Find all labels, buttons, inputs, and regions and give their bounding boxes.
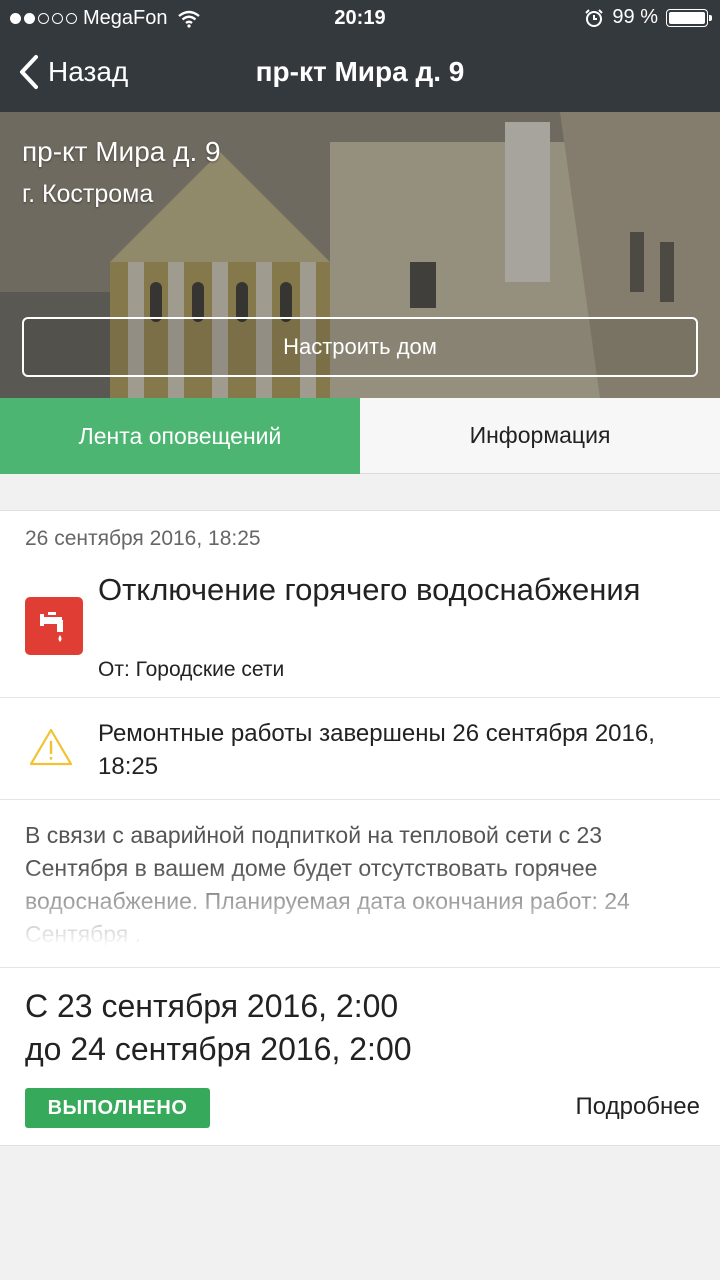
- tab-notifications-feed[interactable]: Лента оповещений: [0, 398, 360, 474]
- building-hero: пр-кт Мира д. 9 г. Кострома Настроить до…: [0, 112, 720, 398]
- configure-house-button[interactable]: Настроить дом: [22, 317, 698, 377]
- alarm-icon: [585, 8, 604, 27]
- event-source: От: Городские сети: [98, 658, 285, 681]
- divider: [0, 799, 720, 800]
- status-bar: MegaFon 20:19 99 %: [0, 0, 720, 36]
- period-end: до 24 сентября 2016, 2:00: [25, 1031, 412, 1067]
- event-title: Отключение горячего водоснабжения: [98, 572, 641, 607]
- tab-bar: Лента оповещений Информация: [0, 398, 720, 474]
- event-description: В связи с аварийной подпиткой на теплово…: [25, 819, 700, 947]
- faucet-icon: [25, 597, 83, 655]
- status-right: 99 %: [584, 6, 712, 29]
- event-period: С 23 сентября 2016, 2:00 до 24 сентября …: [25, 985, 412, 1071]
- status-badge: ВЫПОЛНЕНО: [25, 1088, 210, 1128]
- event-date: 26 сентября 2016, 18:25: [25, 527, 261, 550]
- tab-information[interactable]: Информация: [360, 398, 720, 474]
- event-card[interactable]: 26 сентября 2016, 18:25 Отключение горяч…: [0, 510, 720, 1146]
- top-header: MegaFon 20:19 99 % Назад пр-кт Мира д. 9: [0, 0, 720, 112]
- page-title: пр-кт Мира д. 9: [255, 56, 465, 87]
- divider: [0, 967, 720, 968]
- warning-triangle-icon: [29, 728, 73, 766]
- battery-icon: [666, 8, 712, 27]
- battery-percent: 99 %: [612, 6, 658, 28]
- hero-city: г. Кострома: [22, 180, 154, 208]
- more-details-link[interactable]: Подробнее: [576, 1093, 700, 1121]
- navigation-bar: Назад пр-кт Мира д. 9: [0, 40, 720, 110]
- hero-address: пр-кт Мира д. 9: [22, 136, 221, 167]
- repair-notice: Ремонтные работы завершены 26 сентября 2…: [98, 720, 655, 780]
- divider: [0, 697, 720, 698]
- period-start: С 23 сентября 2016, 2:00: [25, 988, 399, 1024]
